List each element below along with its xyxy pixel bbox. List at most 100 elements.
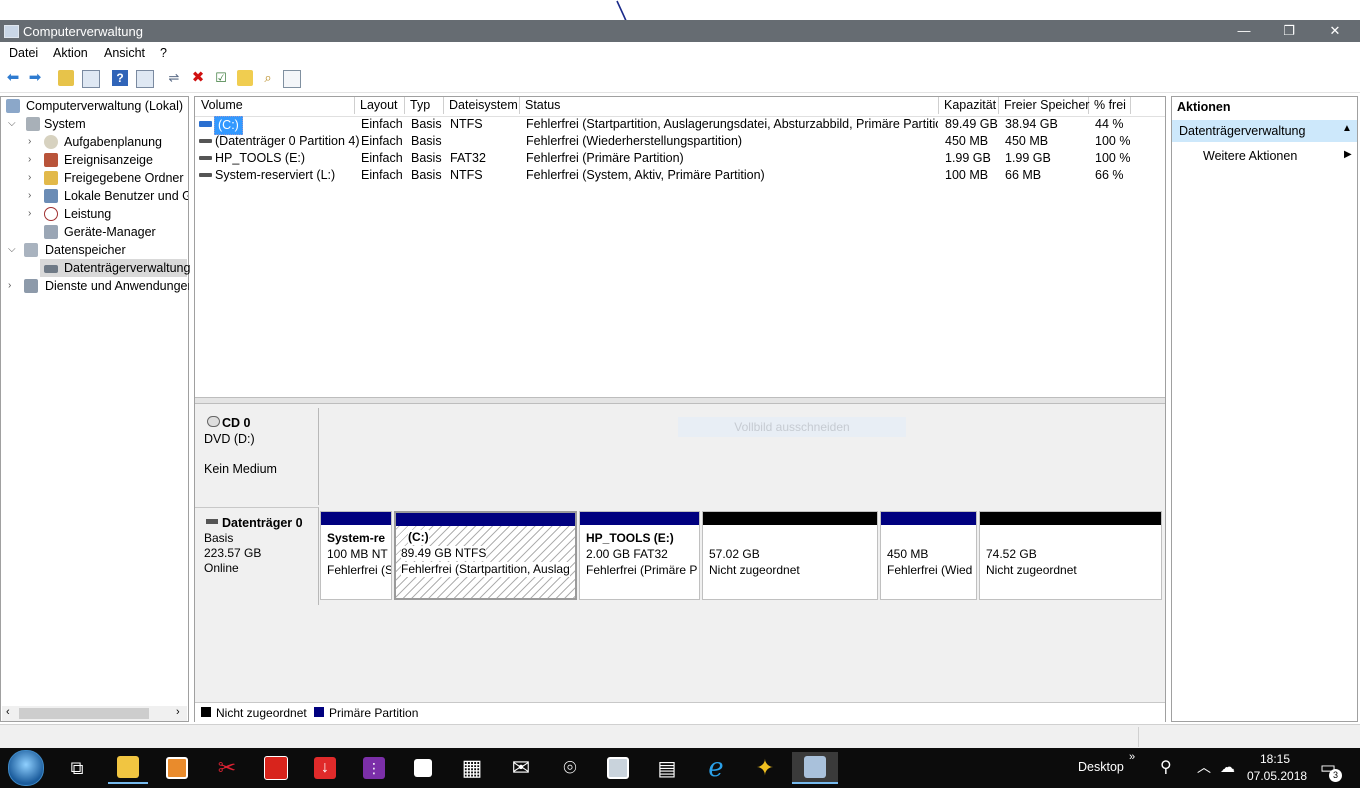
chevron-up-icon[interactable]: ︿ xyxy=(1197,757,1211,777)
people-icon[interactable]: ⚲ xyxy=(1160,757,1172,777)
connect-icon[interactable]: ⇌ xyxy=(166,70,182,86)
taskbar-pdf[interactable] xyxy=(256,752,296,784)
tree-item-freigegebene-ordner[interactable]: › Freigegebene Ordner xyxy=(26,169,188,187)
cd-label[interactable]: CD 0 DVD (D:) Kein Medium xyxy=(195,408,319,505)
taskbar-internet-explorer[interactable]: e xyxy=(696,752,736,784)
taskbar-onenote[interactable]: ⋮ xyxy=(354,752,394,784)
table-row[interactable]: System-reserviert (L:) Einfach Basis NTF… xyxy=(196,167,1164,184)
delete-icon[interactable]: ✖ xyxy=(190,70,206,86)
tree-datenspeicher[interactable]: ⌵ Datenspeicher xyxy=(6,241,189,259)
table-row[interactable]: HP_TOOLS (E:) Einfach Basis FAT32 Fehler… xyxy=(196,150,1164,167)
column-volume[interactable]: Volume xyxy=(196,97,355,114)
show-tree-icon[interactable] xyxy=(82,70,100,88)
taskbar-download[interactable]: ↓ xyxy=(305,752,345,784)
list-view-icon[interactable] xyxy=(283,70,301,88)
toolbar-overflow-icon[interactable]: » xyxy=(1129,751,1135,763)
table-row[interactable]: (C:) Einfach Basis NTFS Fehlerfrei (Star… xyxy=(196,116,1164,135)
taskbar-snipping[interactable]: ✂ xyxy=(207,752,247,784)
close-button[interactable]: ✕ xyxy=(1312,20,1358,42)
cd-drive-icon xyxy=(207,416,220,427)
partition-unallocated-1[interactable]: 57.02 GB Nicht zugeordnet xyxy=(702,511,878,600)
collapse-up-icon[interactable]: ▲ xyxy=(1342,123,1352,134)
onedrive-cloud-icon[interactable]: ☁ xyxy=(1220,758,1235,776)
desktop-toolbar-label[interactable]: Desktop xyxy=(1078,760,1124,774)
chevron-down-icon[interactable]: ⌵ xyxy=(8,241,18,259)
submenu-arrow-icon: ▶ xyxy=(1344,149,1352,160)
more-actions-item[interactable]: Weitere Aktionen ▶ xyxy=(1172,146,1357,166)
taskbar-explorer[interactable] xyxy=(108,752,148,784)
forward-arrow-icon[interactable]: ➡ xyxy=(27,70,43,86)
tree-item-lokale-benutzer[interactable]: › Lokale Benutzer und Gruppen xyxy=(26,187,188,205)
chevron-right-icon[interactable]: › xyxy=(28,187,38,205)
column-prozent-frei[interactable]: % frei xyxy=(1089,97,1131,114)
clock-date[interactable]: 07.05.2018 xyxy=(1247,769,1307,783)
back-arrow-icon[interactable]: ⬅ xyxy=(5,70,21,86)
search-icon[interactable]: ⌕ xyxy=(260,70,276,86)
actions-section-datentraegerverwaltung[interactable]: Datenträgerverwaltung ▲ xyxy=(1172,120,1357,142)
tree-item-label: Leistung xyxy=(64,207,112,221)
tree-item-geraete-manager[interactable]: Geräte-Manager xyxy=(26,223,188,241)
pane-splitter[interactable] xyxy=(195,397,1165,404)
taskbar-computer-management[interactable] xyxy=(792,752,838,784)
partition-unallocated-2[interactable]: 74.52 GB Nicht zugeordnet xyxy=(979,511,1162,600)
chevron-right-icon[interactable]: › xyxy=(8,277,18,295)
start-orb-icon xyxy=(8,750,44,786)
properties-icon[interactable]: ☑ xyxy=(213,70,229,86)
minimize-button[interactable]: — xyxy=(1221,20,1267,42)
scroll-right-icon[interactable]: › xyxy=(176,706,180,718)
help-icon[interactable]: ? xyxy=(112,70,128,86)
table-row[interactable]: (Datenträger 0 Partition 4) Einfach Basi… xyxy=(196,133,1164,150)
chevron-right-icon[interactable]: › xyxy=(28,205,38,223)
mail-icon: ✉ xyxy=(511,755,531,780)
menu-ansicht[interactable]: Ansicht xyxy=(104,46,145,60)
taskbar-calculator[interactable]: ▦ xyxy=(452,752,492,784)
up-folder-icon[interactable] xyxy=(58,70,74,86)
column-kapazitaet[interactable]: Kapazität xyxy=(939,97,999,114)
menu-datei[interactable]: Datei xyxy=(9,46,38,60)
open-folder-icon[interactable] xyxy=(237,70,253,86)
restore-button[interactable]: ❐ xyxy=(1266,20,1312,42)
partition-recovery[interactable]: 450 MB Fehlerfrei (Wied xyxy=(880,511,977,600)
cell-status: Fehlerfrei (Startpartition, Auslagerungs… xyxy=(526,117,938,131)
tree-item-aufgabenplanung[interactable]: › Aufgabenplanung xyxy=(26,133,188,151)
tree-system[interactable]: ⌵ System xyxy=(6,115,189,133)
taskbar-media-player[interactable] xyxy=(157,752,197,784)
title-bar[interactable]: Computerverwaltung — ❐ ✕ xyxy=(0,20,1360,42)
chevron-right-icon[interactable]: › xyxy=(28,151,38,169)
menu-help[interactable]: ? xyxy=(160,46,167,60)
chevron-down-icon[interactable]: ⌵ xyxy=(8,115,18,133)
taskbar-app[interactable] xyxy=(598,752,638,784)
chevron-right-icon[interactable]: › xyxy=(28,133,38,151)
action-pane-icon[interactable] xyxy=(136,70,154,88)
taskbar-calendar[interactable]: ▤ xyxy=(647,752,687,784)
tree-item-leistung[interactable]: › Leistung xyxy=(26,205,188,223)
internet-explorer-icon: e xyxy=(708,753,724,783)
taskbar-notes[interactable] xyxy=(403,752,443,784)
legend-unallocated-label: Nicht zugeordnet xyxy=(216,706,307,720)
partition-system-reserved[interactable]: System-re 100 MB NT Fehlerfrei (S xyxy=(320,511,392,600)
tree-item-ereignisanzeige[interactable]: › Ereignisanzeige xyxy=(26,151,188,169)
column-status[interactable]: Status xyxy=(520,97,939,114)
tree-item-datentraegerverwaltung[interactable]: Datenträgerverwaltung xyxy=(40,259,190,277)
partition-size: 2.00 GB FAT32 xyxy=(586,547,668,561)
column-freier-speicher[interactable]: Freier Speicher xyxy=(999,97,1089,114)
tree-dienste[interactable]: › Dienste und Anwendungen xyxy=(6,277,189,295)
scroll-thumb[interactable] xyxy=(19,708,149,719)
taskbar-app-star[interactable]: ✦ xyxy=(745,752,785,784)
taskbar-mail[interactable]: ✉ xyxy=(501,752,541,784)
clock-time[interactable]: 18:15 xyxy=(1260,752,1290,766)
menu-aktion[interactable]: Aktion xyxy=(53,46,88,60)
partition-c[interactable]: (C:) 89.49 GB NTFS Fehlerfrei (Startpart… xyxy=(394,511,577,600)
column-layout[interactable]: Layout xyxy=(355,97,405,114)
column-dateisystem[interactable]: Dateisystem xyxy=(444,97,520,114)
start-button[interactable] xyxy=(6,750,46,786)
partition-hp-tools[interactable]: HP_TOOLS (E:) 2.00 GB FAT32 Fehlerfrei (… xyxy=(579,511,700,600)
disk0-label[interactable]: Datenträger 0 Basis 223.57 GB Online xyxy=(195,507,319,605)
scroll-left-icon[interactable]: ‹ xyxy=(6,706,10,718)
column-typ[interactable]: Typ xyxy=(405,97,444,114)
tools-icon xyxy=(26,117,40,131)
horizontal-scrollbar[interactable]: ‹ › xyxy=(2,706,187,721)
chevron-right-icon[interactable]: › xyxy=(28,169,38,187)
taskbar-webcam[interactable]: ⌾ xyxy=(550,752,590,784)
task-view-button[interactable]: ⧉ xyxy=(57,752,97,784)
